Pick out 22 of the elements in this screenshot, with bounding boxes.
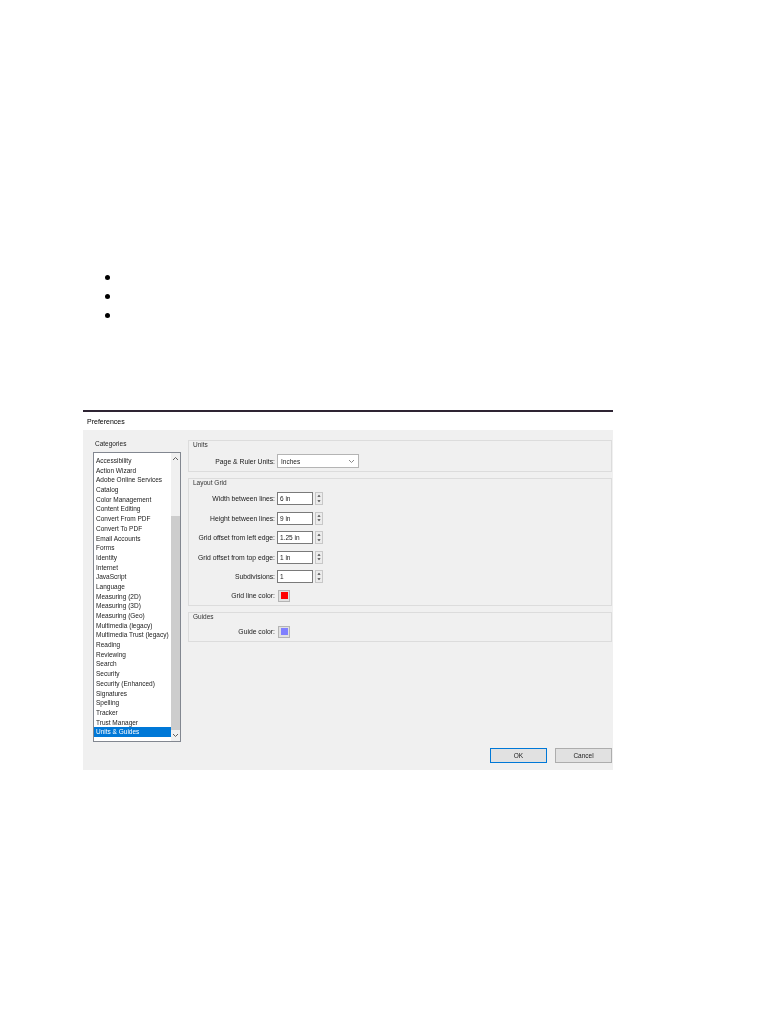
up-caret-icon[interactable] [172,456,179,461]
bullet-icon [105,275,110,280]
spinner-control[interactable] [315,550,323,564]
up-arrow-icon [317,533,321,537]
down-arrow-icon [317,499,321,503]
down-arrow-icon [317,577,321,581]
bullet-icon [105,313,110,318]
bullet-icon [105,294,110,299]
down-caret-icon[interactable] [172,733,179,738]
spinner-control[interactable] [315,511,323,525]
up-arrow-icon [317,513,321,517]
down-arrow-icon [317,538,321,542]
spinner-control[interactable] [315,492,323,505]
down-arrow-icon [317,558,321,562]
down-arrow-icon [317,519,321,523]
up-arrow-icon [317,494,321,498]
scrollbar-thumb[interactable] [171,516,180,730]
up-arrow-icon [317,552,321,556]
caret-icon [348,458,355,464]
up-arrow-icon [317,572,321,576]
spinner-control[interactable] [315,570,323,583]
spinner-control[interactable] [315,531,323,544]
